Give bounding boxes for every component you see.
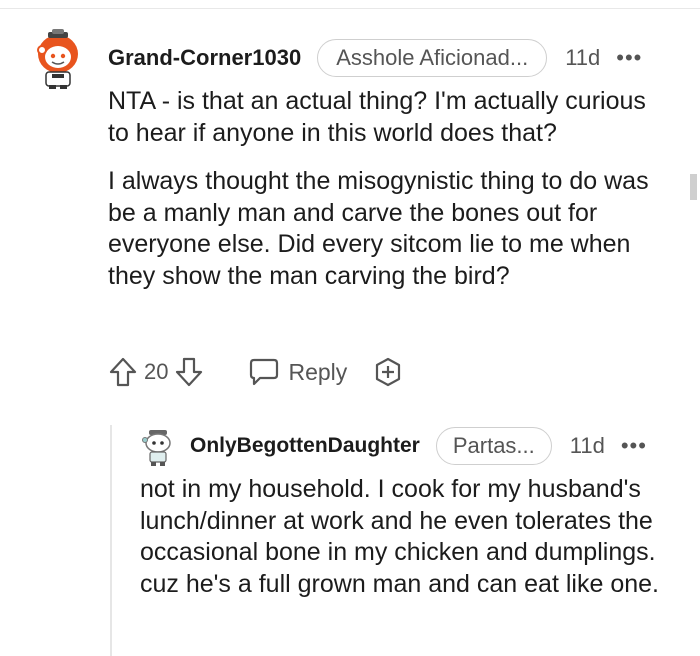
scrollbar-thumb[interactable] [690,174,697,200]
snoo-avatar-icon [142,430,171,466]
username-link[interactable]: Grand-Corner1030 [108,45,301,71]
upvote-icon[interactable] [108,356,138,388]
comment-header: OnlyBegottenDaughter Partas... 11d ••• [190,426,680,466]
reply-button[interactable]: Reply [248,357,347,387]
user-flair[interactable]: Partas... [435,427,552,465]
comment-timestamp: 11d [569,433,605,458]
username-link[interactable]: OnlyBegottenDaughter [190,434,420,458]
comment-body: not in my household. I cook for my husba… [140,474,680,600]
reply-label: Reply [288,358,348,385]
more-options-icon[interactable]: ••• [621,435,647,457]
more-options-icon[interactable]: ••• [616,47,642,69]
comment-actions: 20 Reply [108,352,403,392]
comment-header: Grand-Corner1030 Asshole Aficionad... 11… [108,38,678,78]
comment-paragraph: NTA - is that an actual thing? I'm actua… [108,87,646,147]
comment-timestamp: 11d [565,45,601,70]
award-icon[interactable] [373,357,403,387]
comment-body: NTA - is that an actual thing? I'm actua… [108,86,668,292]
top-divider [0,8,700,9]
vote-score: 20 [144,359,169,384]
downvote-icon[interactable] [174,356,204,388]
snoo-avatar-icon [37,29,78,89]
user-avatar[interactable] [30,28,86,90]
reply-bubble-icon [248,357,280,387]
comment-paragraph: I always thought the misogynistic thing … [108,167,649,290]
comment-paragraph: not in my household. I cook for my husba… [140,475,659,598]
user-flair[interactable]: Asshole Aficionad... [317,39,548,77]
thread-line[interactable] [110,425,112,656]
user-avatar[interactable] [140,428,176,468]
